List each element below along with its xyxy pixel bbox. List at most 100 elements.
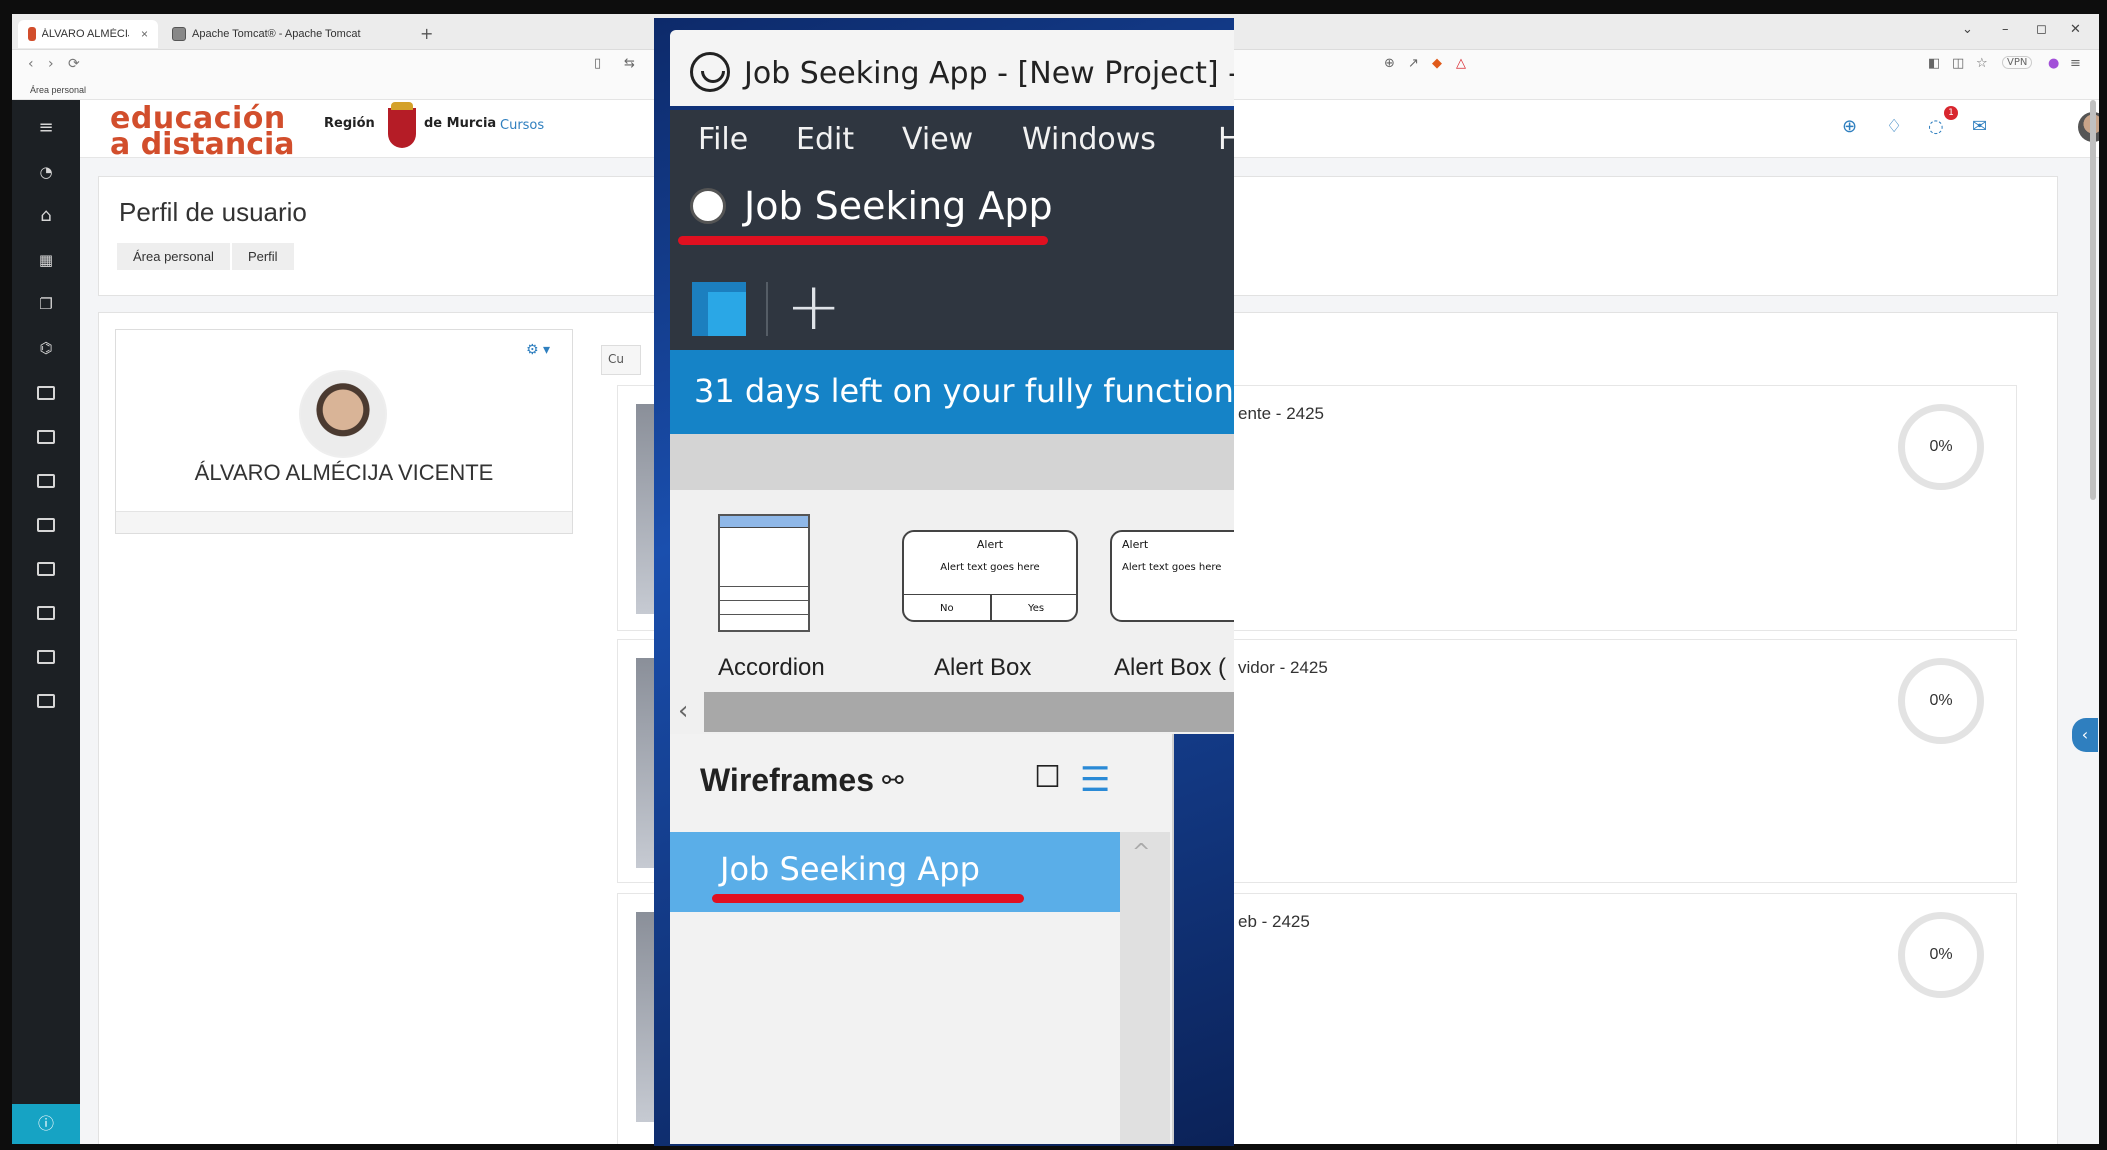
wireframe-item-label: Job Seeking App xyxy=(720,850,980,888)
info-icon[interactable]: ⓘ xyxy=(12,1104,80,1144)
layout-icon[interactable] xyxy=(692,282,746,336)
logo-line-2: a distancia xyxy=(110,127,295,162)
leo-icon[interactable]: ● xyxy=(2048,56,2059,71)
menu-toggle-icon[interactable]: ≡ xyxy=(32,116,60,140)
new-tab-button[interactable]: + xyxy=(420,24,433,43)
page-title: Perfil de usuario xyxy=(119,197,307,227)
mail-icon[interactable]: ✉ xyxy=(1972,116,1987,137)
page-scrollbar[interactable] xyxy=(2088,100,2098,520)
files-icon[interactable]: ❐ xyxy=(32,292,60,316)
tab-list-icon[interactable]: ⌄ xyxy=(1962,22,1973,37)
vpn-button[interactable]: VPN xyxy=(2002,56,2033,69)
close-tab-icon[interactable]: × xyxy=(141,27,148,41)
alert-title: Alert xyxy=(976,538,1004,551)
bookmark-area-personal[interactable]: Área personal xyxy=(30,85,86,95)
add-page-icon[interactable]: + xyxy=(786,268,841,345)
scroll-up-icon[interactable]: ^ xyxy=(1132,840,1150,865)
menu-edit[interactable]: Edit xyxy=(796,122,854,157)
scrollbar-track[interactable] xyxy=(704,692,1234,732)
tab-tomcat[interactable]: Apache Tomcat® - Apache Tomcat xyxy=(162,20,412,48)
trial-text: 31 days left on your fully functional tr… xyxy=(694,372,1234,410)
folder-icon[interactable] xyxy=(37,386,55,400)
menu-file[interactable]: File xyxy=(698,122,748,157)
folder-icon[interactable] xyxy=(37,518,55,532)
course-name[interactable]: eb - 2425 xyxy=(1238,912,1310,932)
murcia-text: de Murcia xyxy=(424,116,497,131)
dashboard-icon[interactable]: ◔ xyxy=(32,160,60,184)
menu-view[interactable]: View xyxy=(902,122,973,157)
notification-badge: 1 xyxy=(1944,106,1958,120)
grid-view-icon[interactable]: ☐ xyxy=(1034,760,1061,795)
courses-icon[interactable]: ⌬ xyxy=(32,336,60,360)
alert-yes: Yes xyxy=(1028,603,1045,614)
scrollbar-thumb[interactable] xyxy=(2090,100,2096,500)
folder-icon[interactable] xyxy=(37,474,55,488)
restore-button[interactable]: ◻ xyxy=(2036,22,2047,37)
accordion-shape[interactable] xyxy=(718,514,810,632)
toolbar-separator xyxy=(766,282,768,336)
menu-bar: File Edit View Windows H xyxy=(670,110,1234,168)
chat-icon[interactable]: ◌ xyxy=(1928,116,1944,137)
folder-icon[interactable] xyxy=(37,562,55,576)
alert-box-shape[interactable]: Alert Alert text goes here xyxy=(1110,530,1234,622)
bell-icon[interactable]: ♢ xyxy=(1886,116,1902,137)
project-title: Job Seeking App xyxy=(744,184,1053,228)
folder-icon[interactable] xyxy=(37,694,55,708)
tab-title: ÁLVARO ALMÉCIJA VICENTE: P xyxy=(41,28,129,40)
sidebar-icon[interactable]: ◧ xyxy=(1928,56,1940,71)
site-logo[interactable]: educación a distancia xyxy=(110,104,295,162)
red-annotation-underline xyxy=(712,894,1024,903)
progress-ring: 0% xyxy=(1898,404,1984,490)
tomcat-favicon-icon xyxy=(172,27,186,41)
shape-scrollbar[interactable]: ‹ xyxy=(670,690,1234,734)
smiley-app-icon xyxy=(690,52,730,92)
open-drawer-chevron-icon[interactable]: ‹ xyxy=(2072,718,2098,752)
folder-icon[interactable] xyxy=(37,650,55,664)
tab-profile[interactable]: ÁLVARO ALMÉCIJA VICENTE: P × xyxy=(18,20,158,48)
brave-shield-icon[interactable]: ◆ xyxy=(1432,56,1442,71)
alert-title: Alert xyxy=(1122,538,1149,551)
forward-icon[interactable]: › xyxy=(48,56,54,72)
moodle-favicon-icon xyxy=(28,27,36,41)
close-window-button[interactable]: ✕ xyxy=(2070,22,2081,37)
minimize-button[interactable]: – xyxy=(2002,22,2009,37)
folder-icon[interactable] xyxy=(37,430,55,444)
course-tab[interactable]: Cu xyxy=(601,345,641,375)
wireframe-item[interactable]: Job Seeking App xyxy=(670,832,1120,912)
branch-icon[interactable]: ⚯ xyxy=(882,766,904,796)
zoom-icon[interactable]: ⊕ xyxy=(1384,56,1395,71)
share-icon[interactable]: ⇆ xyxy=(624,56,635,71)
calendar-icon[interactable]: ▦ xyxy=(32,248,60,272)
region-text: Región xyxy=(324,116,375,131)
reload-icon[interactable]: ⟳ xyxy=(68,56,80,72)
folder-icon[interactable] xyxy=(37,606,55,620)
project-icon xyxy=(690,188,726,224)
app-title-bar: Job Seeking App - [New Project] - P xyxy=(670,30,1234,106)
share-page-icon[interactable]: ↗ xyxy=(1408,56,1419,71)
menu-icon[interactable]: ≡ xyxy=(2070,56,2081,71)
bookmark-icon[interactable]: ▯ xyxy=(594,56,601,71)
back-icon[interactable]: ‹ xyxy=(28,56,34,72)
extensions-icon[interactable]: ☆ xyxy=(1976,56,1988,71)
shape-label: Alert Box ( xyxy=(1114,654,1227,681)
course-name[interactable]: vidor - 2425 xyxy=(1238,658,1328,678)
scroll-left-icon[interactable]: ‹ xyxy=(678,696,688,726)
alert-no: No xyxy=(940,603,954,614)
home-icon[interactable]: ⌂ xyxy=(32,204,60,228)
trial-banner[interactable]: 31 days left on your fully functional tr… xyxy=(670,350,1234,434)
wallet-icon[interactable]: ◫ xyxy=(1952,56,1964,71)
course-name[interactable]: ente - 2425 xyxy=(1238,404,1324,424)
left-drawer: ≡ ◔ ⌂ ▦ ❐ ⌬ ⓘ xyxy=(12,100,80,1144)
cursos-link[interactable]: Cursos xyxy=(500,118,544,133)
menu-help[interactable]: H xyxy=(1218,122,1234,157)
breadcrumb-perfil[interactable]: Perfil xyxy=(231,243,294,270)
breadcrumb-area-personal[interactable]: Área personal xyxy=(117,243,230,270)
menu-windows[interactable]: Windows xyxy=(1022,122,1156,157)
alert-box-shape[interactable]: Alert Alert text goes here No Yes xyxy=(902,530,1078,622)
shape-label: Accordion xyxy=(718,654,825,681)
list-view-icon[interactable]: ☰ xyxy=(1080,760,1110,800)
rewards-icon[interactable]: △ xyxy=(1456,56,1466,71)
wireframes-scrollbar[interactable]: ^ xyxy=(1120,832,1170,1144)
language-icon[interactable]: ⊕ xyxy=(1842,116,1857,137)
gear-icon[interactable]: ⚙ ▾ xyxy=(526,342,550,358)
